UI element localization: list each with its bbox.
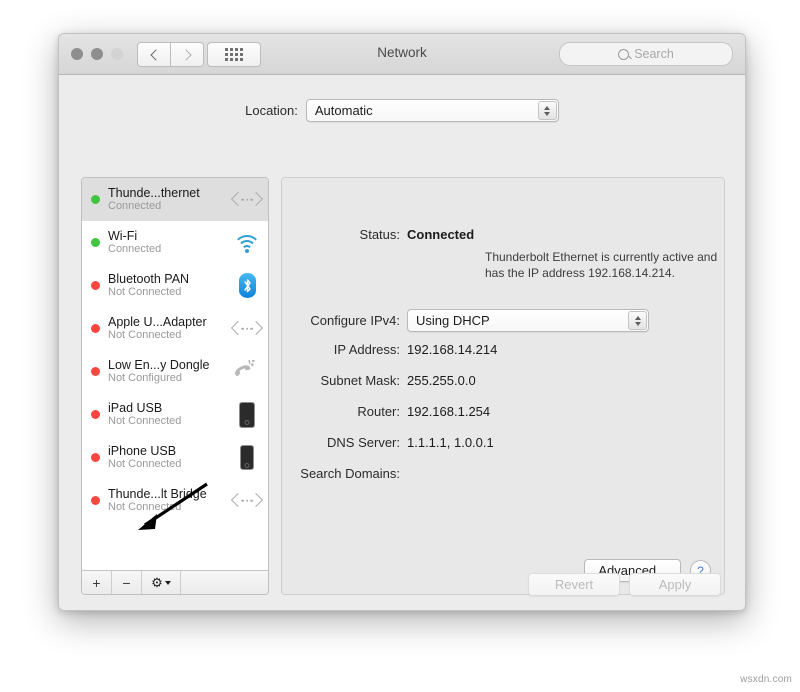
service-status: Not Connected xyxy=(108,329,230,342)
search-domains-label: Search Domains: xyxy=(282,465,407,482)
window-titlebar: Network Search xyxy=(59,34,745,75)
location-label: Location: xyxy=(245,103,298,118)
network-services-sidebar: Thunde...thernet Connected Wi-Fi Connect… xyxy=(81,177,269,595)
service-name: Apple U...Adapter xyxy=(108,315,230,329)
status-led xyxy=(91,238,100,247)
service-status: Connected xyxy=(108,243,230,256)
status-led xyxy=(91,324,100,333)
sidebar-item-iphone-usb[interactable]: iPhone USB Not Connected xyxy=(82,436,268,479)
subnet-mask-row: Subnet Mask: 255.255.0.0 xyxy=(282,372,476,389)
wifi-icon xyxy=(230,228,264,258)
search-icon xyxy=(618,49,629,60)
footer-button-group: Revert Apply xyxy=(528,573,721,596)
stepper-arrows-icon xyxy=(538,101,557,120)
configure-ipv4-value: Using DHCP xyxy=(408,313,490,328)
subnet-mask-value: 255.255.0.0 xyxy=(407,372,476,389)
service-name: Thunde...thernet xyxy=(108,186,230,200)
chevron-right-icon xyxy=(180,49,191,60)
status-row: Status: Connected xyxy=(282,226,474,243)
network-services-list: Thunde...thernet Connected Wi-Fi Connect… xyxy=(82,178,268,570)
status-description: Thunderbolt Ethernet is currently active… xyxy=(485,250,737,281)
close-button[interactable] xyxy=(71,48,83,60)
ipad-icon xyxy=(230,400,264,430)
service-name: Low En...y Dongle xyxy=(108,358,230,372)
status-led xyxy=(91,496,100,505)
watermark: wsxdn.com xyxy=(740,674,792,685)
gear-button[interactable]: ⚙ xyxy=(142,571,181,594)
service-status: Not Connected xyxy=(108,286,230,299)
service-status: Not Configured xyxy=(108,372,230,385)
service-name: iPad USB xyxy=(108,401,230,415)
service-status: Connected xyxy=(108,200,230,213)
service-name: Wi-Fi xyxy=(108,229,230,243)
zoom-button[interactable] xyxy=(111,48,123,60)
dns-server-row: DNS Server: 1.1.1.1, 1.0.0.1 xyxy=(282,434,494,451)
location-value: Automatic xyxy=(307,103,373,118)
sidebar-item-low-energy-dongle[interactable]: Low En...y Dongle Not Configured xyxy=(82,350,268,393)
ip-address-row: IP Address: 192.168.14.214 xyxy=(282,341,497,358)
add-service-button[interactable]: + xyxy=(82,571,112,594)
dns-server-value: 1.1.1.1, 1.0.0.1 xyxy=(407,434,494,451)
iphone-icon xyxy=(230,443,264,473)
stepper-arrows-icon xyxy=(628,311,647,330)
service-status: Not Connected xyxy=(108,501,230,514)
configure-ipv4-row: Configure IPv4: Using DHCP xyxy=(282,309,649,332)
search-domains-row: Search Domains: xyxy=(282,465,407,482)
status-led xyxy=(91,453,100,462)
service-name: iPhone USB xyxy=(108,444,230,458)
ip-address-value: 192.168.14.214 xyxy=(407,341,497,358)
thunderbolt-icon xyxy=(230,486,264,516)
gear-icon: ⚙ xyxy=(151,575,163,591)
status-led xyxy=(91,367,100,376)
apply-button[interactable]: Apply xyxy=(629,573,721,596)
sidebar-item-bluetooth-pan[interactable]: Bluetooth PAN Not Connected xyxy=(82,264,268,307)
thunderbolt-icon xyxy=(230,314,264,344)
chevron-down-icon xyxy=(165,581,171,585)
modem-icon xyxy=(230,357,264,387)
sidebar-item-thunderbolt-ethernet[interactable]: Thunde...thernet Connected xyxy=(82,178,268,221)
remove-service-button[interactable]: − xyxy=(112,571,142,594)
sidebar-item-ipad-usb[interactable]: iPad USB Not Connected xyxy=(82,393,268,436)
show-all-button[interactable] xyxy=(207,42,261,67)
service-name: Thunde...lt Bridge xyxy=(108,487,230,501)
dns-server-label: DNS Server: xyxy=(282,434,407,451)
forward-button[interactable] xyxy=(171,42,204,67)
bluetooth-icon xyxy=(230,271,264,301)
back-button[interactable] xyxy=(137,42,171,67)
service-status: Not Connected xyxy=(108,415,230,428)
location-row: Location: Automatic xyxy=(59,99,745,122)
search-input[interactable]: Search xyxy=(559,42,733,66)
service-status: Not Connected xyxy=(108,458,230,471)
router-label: Router: xyxy=(282,403,407,420)
configure-ipv4-label: Configure IPv4: xyxy=(282,312,407,329)
thunderbolt-icon xyxy=(230,185,264,215)
network-preferences-window: Network Search Location: Automatic xyxy=(58,33,746,611)
navigation-button-group xyxy=(137,42,204,67)
ip-address-label: IP Address: xyxy=(282,341,407,358)
sidebar-toolbar: + − ⚙ xyxy=(82,570,268,594)
grid-icon xyxy=(225,48,243,61)
sidebar-item-apple-usb-adapter[interactable]: Apple U...Adapter Not Connected xyxy=(82,307,268,350)
status-label: Status: xyxy=(282,226,407,243)
sidebar-item-wifi[interactable]: Wi-Fi Connected xyxy=(82,221,268,264)
status-led xyxy=(91,281,100,290)
chevron-left-icon xyxy=(150,49,161,60)
status-led xyxy=(91,410,100,419)
service-detail-panel: Status: Connected Thunderbolt Ethernet i… xyxy=(281,177,725,595)
router-value: 192.168.1.254 xyxy=(407,403,490,420)
traffic-light-group xyxy=(71,48,123,60)
search-placeholder: Search xyxy=(634,47,674,61)
location-select[interactable]: Automatic xyxy=(306,99,559,122)
window-content: Location: Automatic Thunde...thernet Con… xyxy=(59,75,745,611)
revert-button[interactable]: Revert xyxy=(528,573,620,596)
configure-ipv4-select[interactable]: Using DHCP xyxy=(407,309,649,332)
status-led xyxy=(91,195,100,204)
minimize-button[interactable] xyxy=(91,48,103,60)
subnet-mask-label: Subnet Mask: xyxy=(282,372,407,389)
service-name: Bluetooth PAN xyxy=(108,272,230,286)
status-value: Connected xyxy=(407,226,474,243)
router-row: Router: 192.168.1.254 xyxy=(282,403,490,420)
sidebar-item-thunderbolt-bridge[interactable]: Thunde...lt Bridge Not Connected xyxy=(82,479,268,522)
sidebar-toolbar-filler xyxy=(181,571,268,594)
